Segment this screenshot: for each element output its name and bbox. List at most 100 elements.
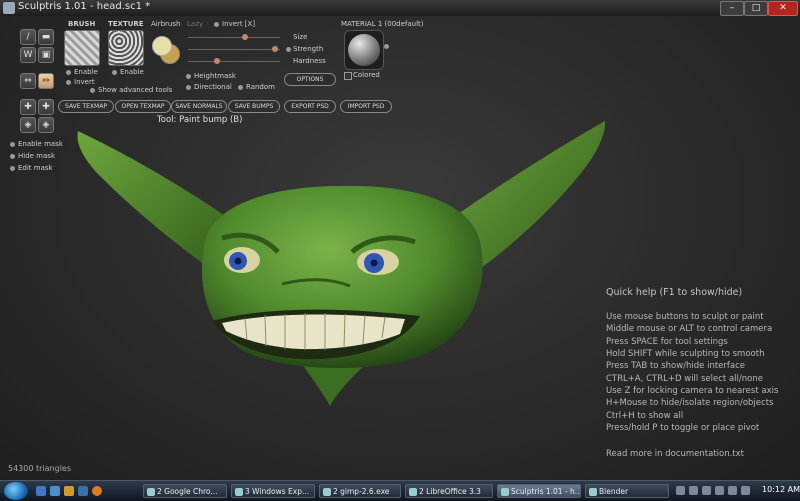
viewport[interactable]: / ▬ W ▣ ⇔ ⇔ ✚ ✚ ◈ ◈ Enable mask Hide mas… bbox=[0, 16, 800, 480]
strength-label: Strength bbox=[293, 45, 324, 53]
edit-mask-label[interactable]: Edit mask bbox=[18, 164, 53, 172]
taskbar-item-sculptris[interactable]: Sculptris 1.01 - h... bbox=[497, 484, 581, 498]
tool-scale-button[interactable]: ◈ bbox=[20, 117, 36, 133]
ie-icon[interactable] bbox=[50, 486, 60, 496]
airbrush-label[interactable]: Airbrush bbox=[151, 20, 180, 28]
taskbar-item-chrome[interactable]: 2 Google Chro... bbox=[143, 484, 227, 498]
tool-paint-color-button[interactable]: ⇔ bbox=[20, 73, 36, 89]
options-button[interactable]: OPTIONS bbox=[284, 73, 336, 86]
quick-help-line: Press SPACE for tool settings bbox=[606, 337, 728, 347]
quick-help-line: Use Z for locking camera to nearest axis bbox=[606, 386, 779, 396]
material-next-dot[interactable] bbox=[384, 44, 389, 49]
random-radio[interactable] bbox=[238, 85, 243, 90]
invert-radio[interactable] bbox=[214, 22, 219, 27]
size-slider[interactable] bbox=[188, 37, 280, 38]
strength-radio[interactable] bbox=[286, 47, 291, 52]
show-advanced-label[interactable]: Show advanced tools bbox=[98, 86, 172, 94]
hide-mask-label[interactable]: Hide mask bbox=[18, 152, 55, 160]
hardness-slider[interactable] bbox=[188, 61, 280, 62]
material-label: MATERIAL 1 (00default) bbox=[341, 20, 424, 28]
firefox-icon[interactable] bbox=[92, 486, 102, 496]
window-title: Sculptris 1.01 - head.sc1 * bbox=[18, 1, 151, 12]
tool-inflate-button[interactable]: W bbox=[20, 47, 36, 63]
save-normals-button[interactable]: SAVE NORMALS bbox=[171, 100, 227, 113]
close-button[interactable]: ✕ bbox=[768, 1, 798, 16]
import-psd-button[interactable]: IMPORT PSD bbox=[340, 100, 392, 113]
directional-radio[interactable] bbox=[186, 85, 191, 90]
show-advanced-radio[interactable] bbox=[90, 88, 95, 93]
save-bumps-button[interactable]: SAVE BUMPS bbox=[228, 100, 280, 113]
color-swatch[interactable] bbox=[152, 36, 180, 64]
quick-help-line: Middle mouse or ALT to control camera bbox=[606, 324, 773, 334]
quick-help-title: Quick help (F1 to show/hide) bbox=[606, 287, 743, 298]
brush-invert-label[interactable]: Invert bbox=[74, 78, 95, 86]
heightmask-label[interactable]: Heightmask bbox=[194, 72, 236, 80]
edit-mask-radio[interactable] bbox=[10, 166, 15, 171]
taskbar: 2 Google Chro... 3 Windows Exp... 2 gimp… bbox=[0, 480, 800, 501]
directional-label[interactable]: Directional bbox=[194, 83, 232, 91]
brush-label: BRUSH bbox=[68, 20, 96, 28]
hide-mask-radio[interactable] bbox=[10, 154, 15, 159]
brush-enable-label[interactable]: Enable bbox=[74, 68, 98, 76]
taskbar-item-explorer[interactable]: 3 Windows Exp... bbox=[231, 484, 315, 498]
brush-thumbnail[interactable] bbox=[64, 30, 100, 66]
enable-mask-radio[interactable] bbox=[10, 142, 15, 147]
open-texmap-button[interactable]: OPEN TEXMAP bbox=[115, 100, 171, 113]
network-icon[interactable] bbox=[689, 486, 698, 495]
start-button[interactable] bbox=[4, 482, 28, 500]
size-label: Size bbox=[293, 33, 308, 41]
save-texmap-button[interactable]: SAVE TEXMAP bbox=[58, 100, 114, 113]
media-icon[interactable] bbox=[78, 486, 88, 496]
tool-rotate-button[interactable]: ✚ bbox=[38, 99, 54, 115]
app-icon bbox=[3, 2, 15, 14]
hardness-label: Hardness bbox=[293, 57, 326, 65]
invert-label[interactable]: Invert [X] bbox=[222, 20, 255, 28]
quick-help-line: Press TAB to show/hide interface bbox=[606, 361, 746, 371]
tool-mask-button[interactable]: ◈ bbox=[38, 117, 54, 133]
enable-mask-label[interactable]: Enable mask bbox=[18, 140, 63, 148]
title-bar: Sculptris 1.01 - head.sc1 * – □ ✕ bbox=[0, 0, 800, 17]
quick-help-line: Press/hold P to toggle or place pivot bbox=[606, 423, 760, 433]
random-label[interactable]: Random bbox=[246, 83, 275, 91]
tray-arrow-icon[interactable] bbox=[676, 486, 685, 495]
quick-help-line: Hold SHIFT while sculpting to smooth bbox=[606, 349, 765, 359]
tool-grab-button[interactable]: ✚ bbox=[20, 99, 36, 115]
tool-label: Tool: Paint bump (B) bbox=[157, 115, 243, 125]
quick-help-line: Ctrl+H to show all bbox=[606, 411, 684, 421]
tool-flatten-button[interactable]: ▬ bbox=[38, 29, 54, 45]
taskbar-item-blender[interactable]: Blender bbox=[585, 484, 669, 498]
minimize-button[interactable]: – bbox=[720, 1, 744, 16]
tool-paint-bump-button[interactable]: ⇔ bbox=[38, 73, 54, 89]
colored-label[interactable]: Colored bbox=[353, 71, 380, 79]
texture-thumbnail[interactable] bbox=[108, 30, 144, 66]
triangle-count: 54300 triangles bbox=[8, 464, 72, 473]
strength-slider[interactable] bbox=[188, 49, 280, 50]
tool-draw-button[interactable]: / bbox=[20, 29, 36, 45]
tray-app-icon[interactable] bbox=[741, 486, 750, 495]
lazy-label[interactable]: Lazy bbox=[187, 20, 203, 28]
clock: 10:12 AM bbox=[762, 485, 800, 494]
brush-invert-radio[interactable] bbox=[66, 80, 71, 85]
heightmask-radio[interactable] bbox=[186, 74, 191, 79]
quick-help-line: H+Mouse to hide/isolate region/objects bbox=[606, 398, 774, 408]
material-sphere[interactable] bbox=[344, 30, 384, 70]
quick-help-line: CTRL+A, CTRL+D will select all/none bbox=[606, 374, 763, 384]
texture-enable-label[interactable]: Enable bbox=[120, 68, 144, 76]
tool-pinch-button[interactable]: ▣ bbox=[38, 47, 54, 63]
texture-enable-radio[interactable] bbox=[112, 70, 117, 75]
texture-label: TEXTURE bbox=[108, 20, 144, 28]
tray-app-icon[interactable] bbox=[728, 486, 737, 495]
quick-help-line: Use mouse buttons to sculpt or paint bbox=[606, 312, 764, 322]
maximize-button[interactable]: □ bbox=[744, 1, 768, 16]
tray-app-icon[interactable] bbox=[715, 486, 724, 495]
quick-help-footer: Read more in documentation.txt bbox=[606, 449, 745, 459]
colored-checkbox[interactable] bbox=[344, 72, 352, 80]
brush-enable-radio[interactable] bbox=[66, 70, 71, 75]
taskbar-item-gimp[interactable]: 2 gimp-2.6.exe bbox=[319, 484, 401, 498]
size-slider-knob[interactable] bbox=[242, 34, 249, 40]
export-psd-button[interactable]: EXPORT PSD bbox=[284, 100, 336, 113]
taskbar-item-libreoffice[interactable]: 2 LibreOffice 3.3 bbox=[405, 484, 493, 498]
volume-icon[interactable] bbox=[702, 486, 711, 495]
show-desktop-icon[interactable] bbox=[36, 486, 46, 496]
explorer-icon[interactable] bbox=[64, 486, 74, 496]
